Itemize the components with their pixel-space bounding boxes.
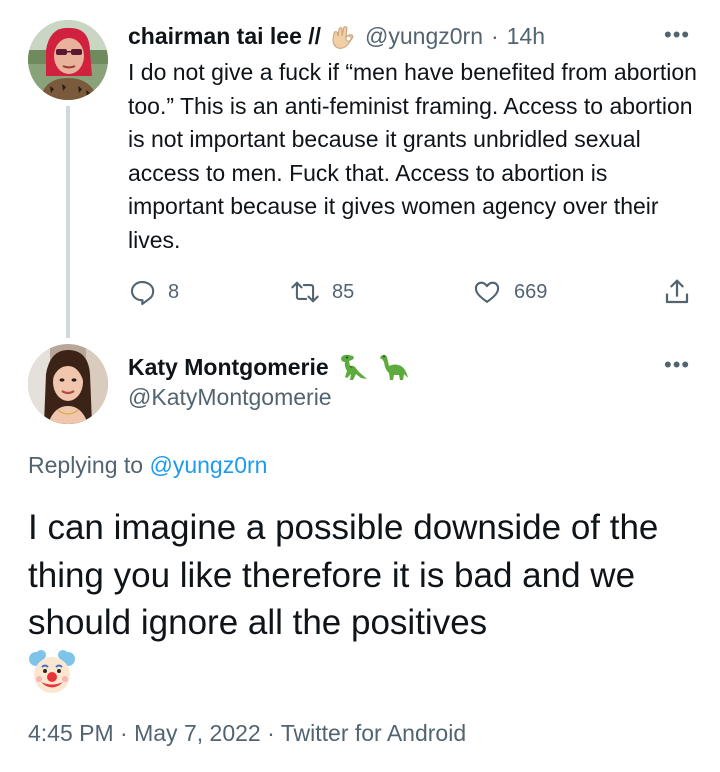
retweet-icon [290,278,320,306]
avatar-katy-montgomerie[interactable] [28,344,108,424]
footer-separator-1: · [120,720,128,746]
tweet-text: I do not give a fuck if “men have benefi… [128,59,697,253]
share-button[interactable] [662,272,692,312]
tweet-time-ago[interactable]: 14h [507,23,545,50]
tweet-timestamp-row: 4:45 PM · May 7, 2022 · Twitter for Andr… [28,720,466,747]
reply-author-name[interactable]: Katy Montgomerie [128,354,329,381]
footer-separator-2: · [267,720,275,746]
tweet-date[interactable]: May 7, 2022 [134,720,261,746]
clown-face-emoji-icon [28,649,76,710]
replying-to-handle-link[interactable]: @yungz0rn [149,452,267,478]
share-icon [662,277,692,307]
replying-to-prefix: Replying to [28,452,144,478]
like-count: 669 [514,280,548,303]
reply-author-handle[interactable]: @KatyMontgomerie [128,384,332,411]
tweet-actions: 8 85 669 [128,272,694,312]
tweet-header: chairman tai lee // @yungz0rn · 14h [128,20,545,52]
meta-separator: · [491,22,499,49]
reply-icon [128,278,156,306]
retweet-button[interactable]: 85 [290,272,354,312]
more-options-icon[interactable]: ••• [664,22,690,48]
thread-line [66,106,70,338]
reply-author-row: Katy Montgomerie [128,350,409,384]
avatar-chairman-tai-lee[interactable] [28,20,108,100]
author-name[interactable]: chairman tai lee // [128,23,321,50]
reply-count: 8 [168,280,180,303]
retweet-count: 85 [332,280,355,303]
reply-tweet-text: I can imagine a possible downside of the… [28,504,698,709]
reply-button[interactable]: 8 [128,272,179,312]
reply-more-options-icon[interactable]: ••• [664,352,690,378]
tweet-time[interactable]: 4:45 PM [28,720,114,746]
like-icon [472,278,502,306]
sauropod-emoji-icon [377,352,409,382]
replying-to: Replying to @yungz0rn [28,452,267,479]
author-handle[interactable]: @yungz0rn [365,23,483,50]
like-button[interactable]: 669 [472,272,547,312]
reply-tweet-text-content: I can imagine a possible downside of the… [28,508,659,642]
ok-hand-emoji-icon [329,22,357,50]
t-rex-emoji-icon [337,352,369,382]
tweet-source[interactable]: Twitter for Android [281,720,466,746]
